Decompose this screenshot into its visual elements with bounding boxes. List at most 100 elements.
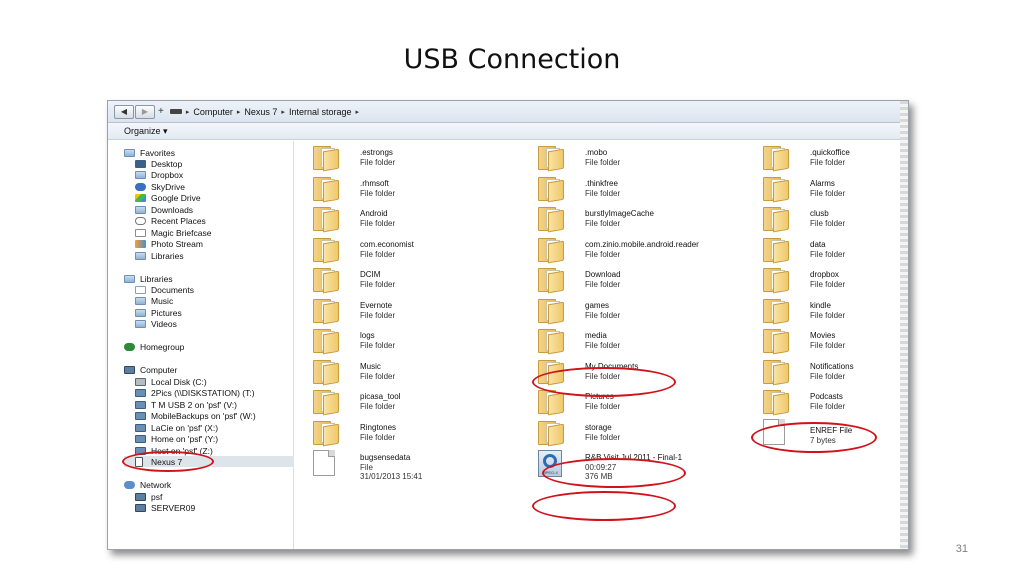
nav-item-google-drive[interactable]: Google Drive	[135, 192, 201, 203]
folder-item[interactable]: Ringtones File folder	[295, 418, 520, 447]
folder-item[interactable]: .estrongs File folder	[295, 143, 520, 172]
folder-item[interactable]: .rhmsoft File folder	[295, 174, 520, 203]
folder-item[interactable]: DCIM File folder	[295, 265, 520, 294]
folder-item[interactable]: com.economist File folder	[295, 235, 520, 264]
breadcrumb-internal-storage[interactable]: Internal storage	[289, 107, 352, 117]
file-bugsensedata[interactable]: bugsensedata File 31/01/2013 15:41	[295, 448, 520, 481]
back-button[interactable]: ◀	[114, 104, 134, 119]
folder-item[interactable]: burstlyImageCache File folder	[520, 204, 745, 233]
folder-item[interactable]: dropbox File folder	[745, 265, 908, 294]
music-icon	[135, 296, 146, 305]
nav-item-lacie[interactable]: LaCie on 'psf' (X:)	[135, 422, 218, 433]
toolbar: Organize ▾	[108, 123, 908, 140]
folder-item[interactable]: com.zinio.mobile.android.reader File fold…	[520, 235, 745, 264]
chevron-right-icon[interactable]: ▸	[186, 108, 190, 116]
network-drive-icon	[135, 434, 146, 443]
folder-name: Music	[360, 362, 381, 371]
folder-name: com.economist	[360, 240, 414, 249]
folder-item[interactable]: Evernote File folder	[295, 296, 520, 325]
folder-name: kindle	[810, 301, 831, 310]
nav-item-magic-briefcase[interactable]: Magic Briefcase	[135, 227, 211, 238]
slide-number: 31	[955, 543, 968, 555]
folder-item[interactable]: Android File folder	[295, 204, 520, 233]
clock-icon	[135, 216, 146, 225]
folder-type: File folder	[585, 279, 621, 289]
google-drive-icon	[135, 193, 146, 202]
breadcrumb: ▸ Computer ▸ Nexus 7 ▸ Internal storage …	[186, 107, 359, 117]
chevron-right-icon[interactable]: ▸	[355, 108, 359, 116]
folder-icon	[538, 238, 567, 264]
nav-item-documents[interactable]: Documents	[135, 284, 194, 295]
folder-type: File folder	[585, 401, 621, 411]
breadcrumb-computer[interactable]: Computer	[193, 107, 233, 117]
folder-item[interactable]: Alarms File folder	[745, 174, 908, 203]
file-type: File	[360, 462, 373, 472]
folder-icon	[763, 207, 792, 233]
folder-item[interactable]: media File folder	[520, 326, 745, 355]
chevron-right-icon[interactable]: ▸	[281, 108, 285, 116]
folder-type: File folder	[585, 432, 621, 442]
folder-item[interactable]: games File folder	[520, 296, 745, 325]
photo-stream-icon	[135, 239, 146, 248]
folder-icon	[313, 329, 342, 355]
folder-item[interactable]: kindle File folder	[745, 296, 908, 325]
folder-item[interactable]: .thinkfree File folder	[520, 174, 745, 203]
nav-item-photo-stream[interactable]: Photo Stream	[135, 238, 203, 249]
breadcrumb-nexus-7[interactable]: Nexus 7	[244, 107, 277, 117]
chevron-right-icon[interactable]: ▸	[237, 108, 241, 116]
nav-item-skydrive[interactable]: SkyDrive	[135, 181, 185, 192]
folder-item[interactable]: data File folder	[745, 235, 908, 264]
nav-item-mobilebackups[interactable]: MobileBackups on 'psf' (W:)	[135, 410, 256, 421]
nav-item-libraries-fav[interactable]: Libraries	[135, 250, 184, 261]
folder-type: File folder	[360, 401, 396, 411]
folder-type: File folder	[360, 157, 396, 167]
folder-name: clusb	[810, 209, 829, 218]
nav-item-home[interactable]: Home on 'psf' (Y:)	[135, 433, 218, 444]
folder-type: File folder	[585, 218, 621, 228]
star-icon	[124, 148, 135, 157]
folder-icon	[313, 299, 342, 325]
address-bar: ◀ ▶ + ▸ Computer ▸ Nexus 7 ▸ Internal st…	[108, 101, 908, 123]
folder-item[interactable]: Podcasts File folder	[745, 387, 908, 416]
nav-item-server09[interactable]: SERVER09	[135, 502, 195, 513]
folder-item[interactable]: Movies File folder	[745, 326, 908, 355]
folder-item[interactable]: .mobo File folder	[520, 143, 745, 172]
nav-homegroup[interactable]: Homegroup	[124, 341, 184, 352]
folder-item[interactable]: clusb File folder	[745, 204, 908, 233]
nav-libraries[interactable]: Libraries	[124, 273, 173, 284]
forward-button[interactable]: ▶	[135, 104, 155, 119]
nav-item-videos[interactable]: Videos	[135, 318, 177, 329]
nav-item-desktop[interactable]: Desktop	[135, 158, 182, 169]
folder-icon	[313, 268, 342, 294]
folder-item[interactable]: Music File folder	[295, 357, 520, 386]
folder-icon	[538, 329, 567, 355]
nav-item-recent-places[interactable]: Recent Places	[135, 215, 206, 226]
folder-item[interactable]: logs File folder	[295, 326, 520, 355]
organize-button[interactable]: Organize ▾	[124, 126, 168, 136]
network-icon	[124, 480, 135, 489]
folder-type: File folder	[810, 371, 846, 381]
nav-item-music[interactable]: Music	[135, 295, 173, 306]
nav-favorites[interactable]: Favorites	[124, 147, 175, 158]
nav-item-downloads[interactable]: Downloads	[135, 204, 193, 215]
folder-item[interactable]: Notifications File folder	[745, 357, 908, 386]
folder-type: File folder	[360, 310, 396, 320]
nav-item-dropbox[interactable]: Dropbox	[135, 169, 183, 180]
folder-item[interactable]: Download File folder	[520, 265, 745, 294]
nav-item-local-disk[interactable]: Local Disk (C:)	[135, 376, 207, 387]
plus-icon: +	[158, 106, 164, 117]
folder-icon	[538, 177, 567, 203]
nav-item-psf[interactable]: psf	[135, 491, 162, 502]
folder-item[interactable]: storage File folder	[520, 418, 745, 447]
videos-icon	[135, 319, 146, 328]
nav-item-2pics[interactable]: 2Pics (\\DISKSTATION) (T:)	[135, 387, 255, 398]
nav-item-tm-usb[interactable]: T M USB 2 on 'psf' (V:)	[135, 399, 237, 410]
folder-item[interactable]: picasa_tool File folder	[295, 387, 520, 416]
folder-type: File folder	[810, 310, 846, 320]
nav-item-pictures[interactable]: Pictures	[135, 307, 182, 318]
nav-computer[interactable]: Computer	[124, 364, 177, 375]
folder-name: .mobo	[585, 148, 608, 157]
folder-item[interactable]: .quickoffice File folder	[745, 143, 908, 172]
folder-type: File folder	[360, 340, 396, 350]
nav-network[interactable]: Network	[124, 479, 171, 490]
